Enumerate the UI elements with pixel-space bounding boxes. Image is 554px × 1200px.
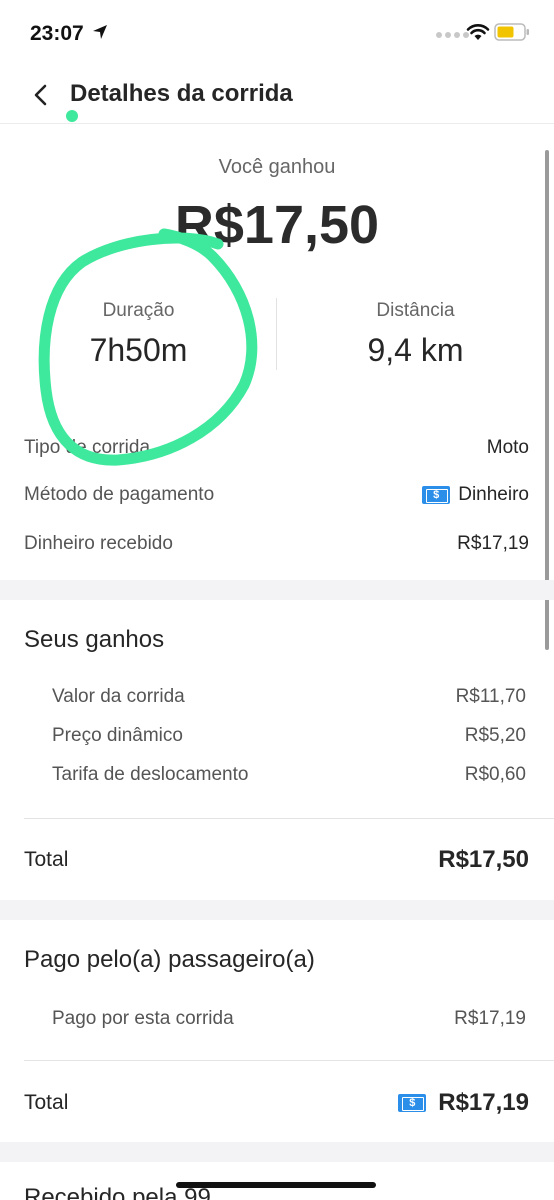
- line-item-label: Tarifa de deslocamento: [52, 764, 249, 785]
- line-item-value: R$11,70: [455, 686, 526, 707]
- earnings-line-item: Valor da corrida R$11,70: [52, 686, 526, 708]
- payment-method-row: Método de pagamento Dinheiro: [24, 480, 529, 510]
- passenger-total-row: Total R$17,19: [24, 1086, 529, 1120]
- payment-method-label: Método de pagamento: [24, 484, 215, 505]
- passenger-section-title: Pago pelo(a) passageiro(a): [24, 946, 315, 973]
- duration-label: Duração: [102, 300, 175, 321]
- earned-label: Você ganhou: [218, 156, 336, 178]
- home-indicator[interactable]: [176, 1182, 376, 1188]
- line-item-label: Preço dinâmico: [52, 725, 183, 746]
- line-item-value: R$5,20: [464, 725, 526, 746]
- cash-icon: [422, 486, 451, 504]
- line-item-value: R$17,19: [454, 1008, 526, 1029]
- passenger-total-label: Total: [24, 1091, 69, 1114]
- line-item-label: Pago por esta corrida: [52, 1008, 234, 1029]
- payment-method-value: Dinheiro: [458, 484, 529, 505]
- divider: [24, 1060, 554, 1061]
- distance-stat: Distância 9,4 km: [277, 300, 554, 369]
- earned-amount: R$17,50: [174, 195, 380, 255]
- divider: [24, 818, 554, 819]
- page-title: Detalhes da corrida: [70, 80, 293, 107]
- earnings-total-label: Total: [24, 848, 69, 871]
- ride-type-row: Tipo de corrida Moto: [24, 433, 529, 463]
- cash-received-value: R$17,19: [457, 533, 529, 554]
- distance-value: 9,4 km: [367, 332, 464, 368]
- duration-stat: Duração 7h50m: [0, 300, 277, 369]
- earnings-line-item: Preço dinâmico R$5,20: [52, 725, 526, 747]
- duration-value: 7h50m: [89, 332, 188, 368]
- section-separator: [0, 1142, 554, 1162]
- passenger-total-value: R$17,19: [438, 1089, 529, 1116]
- ride-type-label: Tipo de corrida: [24, 437, 151, 458]
- back-chevron-icon[interactable]: [26, 80, 56, 110]
- earnings-total-value: R$17,50: [438, 846, 529, 873]
- passenger-line-item: Pago por esta corrida R$17,19: [52, 1008, 526, 1030]
- location-arrow-icon: [93, 25, 107, 39]
- earnings-section-title: Seus ganhos: [24, 626, 165, 653]
- cash-received-row: Dinheiro recebido R$17,19: [24, 529, 529, 559]
- status-time: 23:07: [30, 22, 84, 45]
- section-separator: [0, 900, 554, 920]
- earnings-line-item: Tarifa de deslocamento R$0,60: [52, 764, 526, 786]
- earnings-total-row: Total R$17,50: [24, 843, 529, 877]
- signal-icon: [436, 32, 469, 38]
- ride-type-value: Moto: [486, 437, 529, 458]
- cash-received-label: Dinheiro recebido: [24, 533, 173, 554]
- battery-icon: [494, 23, 529, 41]
- section-separator: [0, 580, 554, 600]
- line-item-label: Valor da corrida: [52, 686, 185, 707]
- navigation-bar: Detalhes da corrida: [0, 62, 554, 124]
- wifi-icon: [466, 24, 490, 40]
- distance-label: Distância: [376, 300, 455, 321]
- status-bar: 23:07: [0, 0, 554, 62]
- cash-icon: [398, 1094, 427, 1112]
- line-item-value: R$0,60: [464, 764, 526, 785]
- annotation-dot: [66, 110, 78, 122]
